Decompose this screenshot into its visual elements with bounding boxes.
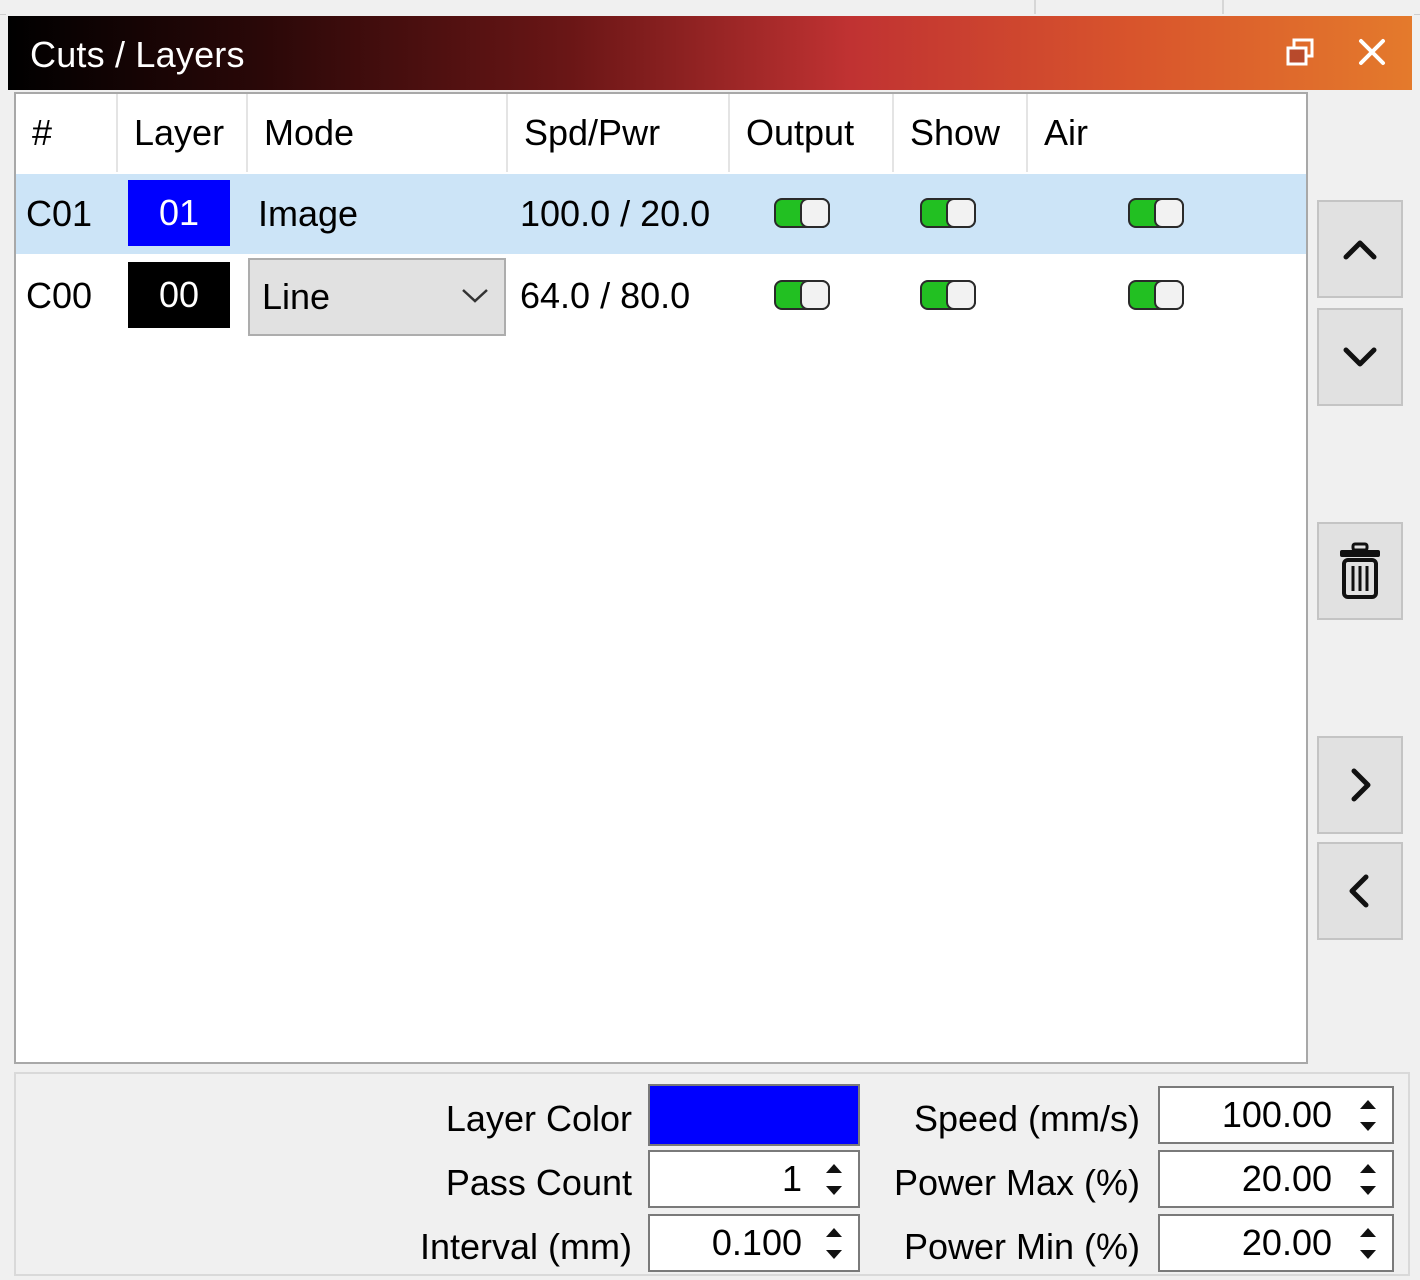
panel-title: Cuts / Layers [30, 34, 245, 75]
air-toggle[interactable] [1128, 196, 1184, 230]
close-icon[interactable] [1350, 30, 1394, 74]
column-header-layer[interactable]: Layer [118, 94, 248, 172]
column-header-air[interactable]: Air [1028, 94, 1306, 172]
pass-count-label: Pass Count [445, 1162, 632, 1203]
speed-spinner[interactable] [1158, 1086, 1394, 1144]
spin-down-icon[interactable] [816, 1179, 852, 1202]
top-strip [0, 0, 1420, 15]
power-min-input[interactable] [1160, 1216, 1340, 1270]
power-min-label: Power Min (%) [903, 1226, 1140, 1267]
power-max-spinner[interactable] [1158, 1150, 1394, 1208]
table-header: # Layer Mode Spd/Pwr Output Show Air [16, 94, 1306, 172]
mode-dropdown[interactable]: Line [248, 258, 506, 336]
speed-power-value: 100.0 / 20.0 [520, 193, 711, 234]
pass-count-input[interactable] [650, 1152, 810, 1206]
cut-id: C01 [26, 193, 93, 234]
layer-properties: Layer Color Pass Count Interval (mm) Spe… [14, 1072, 1410, 1276]
output-toggle[interactable] [774, 196, 830, 230]
power-max-label: Power Max (%) [893, 1162, 1140, 1203]
spin-up-icon[interactable] [1350, 1156, 1386, 1179]
layer-color-chip[interactable]: 00 [128, 262, 230, 328]
mode-value[interactable]: Image [258, 174, 358, 254]
column-header-spd-pwr[interactable]: Spd/Pwr [508, 94, 730, 172]
chevron-right-icon [1351, 768, 1371, 802]
move-down-button[interactable] [1317, 308, 1403, 406]
mode-dropdown-value: Line [262, 276, 331, 317]
show-toggle[interactable] [920, 278, 976, 312]
collapse-button[interactable] [1317, 842, 1403, 940]
layer-color-chip[interactable]: 01 [128, 180, 230, 246]
pass-count-spinner[interactable] [648, 1150, 860, 1208]
column-header-number[interactable]: # [16, 94, 118, 172]
table-row[interactable]: C01 01 Image 100.0 / 20.0 [16, 174, 1306, 254]
spin-up-icon[interactable] [816, 1220, 852, 1243]
interval-input[interactable] [650, 1216, 810, 1270]
layer-color-swatch[interactable] [648, 1084, 860, 1146]
power-max-input[interactable] [1160, 1152, 1340, 1206]
chevron-left-icon [1349, 874, 1369, 908]
spin-down-icon[interactable] [1350, 1243, 1386, 1266]
divider [1034, 0, 1036, 14]
power-min-spinner[interactable] [1158, 1214, 1394, 1272]
output-toggle[interactable] [774, 278, 830, 312]
restore-icon[interactable] [1278, 30, 1322, 74]
chevron-down-icon [1343, 347, 1377, 367]
chevron-down-icon [462, 289, 488, 303]
spin-up-icon[interactable] [1350, 1092, 1386, 1115]
divider [1222, 0, 1224, 14]
cut-id: C00 [26, 275, 93, 316]
chevron-up-icon [1343, 240, 1377, 260]
table-row[interactable]: C00 00 Line 64.0 / 80.0 [16, 256, 1306, 336]
speed-label: Speed (mm/s) [913, 1098, 1140, 1139]
interval-label: Interval (mm) [419, 1226, 632, 1267]
trash-icon [1340, 542, 1380, 599]
delete-layer-button[interactable] [1317, 522, 1403, 620]
speed-power-value: 64.0 / 80.0 [520, 275, 691, 316]
spin-up-icon[interactable] [816, 1156, 852, 1179]
move-up-button[interactable] [1317, 200, 1403, 298]
expand-button[interactable] [1317, 736, 1403, 834]
spin-down-icon[interactable] [1350, 1115, 1386, 1138]
panel-titlebar[interactable]: Cuts / Layers [8, 16, 1412, 90]
layers-table: # Layer Mode Spd/Pwr Output Show Air C01… [14, 92, 1308, 1064]
speed-input[interactable] [1160, 1088, 1340, 1142]
layer-color-label: Layer Color [445, 1098, 632, 1139]
column-header-mode[interactable]: Mode [248, 94, 508, 172]
spin-up-icon[interactable] [1350, 1220, 1386, 1243]
cuts-layers-panel: Cuts / Layers # Layer Mode Spd/Pwr Outpu… [6, 14, 1414, 1280]
air-toggle[interactable] [1128, 278, 1184, 312]
interval-spinner[interactable] [648, 1214, 860, 1272]
column-header-output[interactable]: Output [730, 94, 894, 172]
show-toggle[interactable] [920, 196, 976, 230]
column-header-show[interactable]: Show [894, 94, 1028, 172]
spin-down-icon[interactable] [816, 1243, 852, 1266]
spin-down-icon[interactable] [1350, 1179, 1386, 1202]
